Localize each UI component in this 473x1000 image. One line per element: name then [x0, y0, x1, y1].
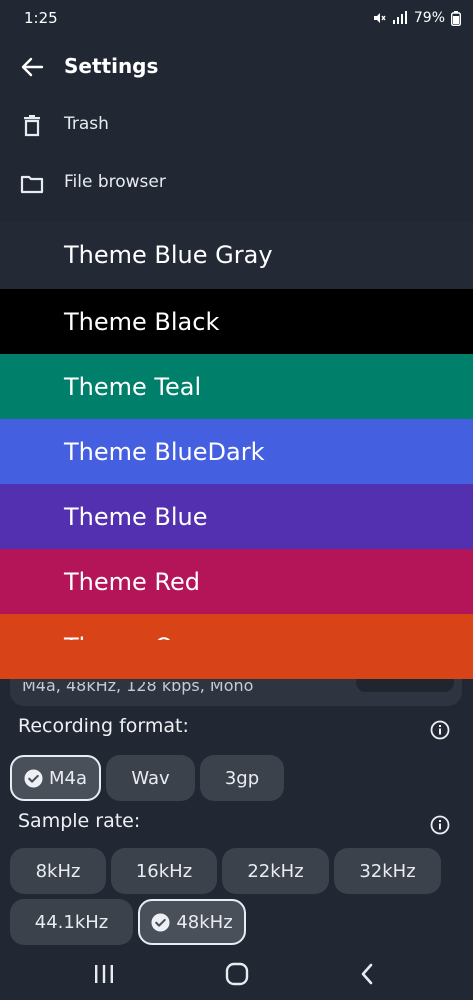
menu-item-label: File browser [64, 172, 166, 192]
sample-rate-chip-44khz[interactable]: 44.1kHz [10, 899, 133, 945]
check-circle-icon [24, 768, 43, 788]
sample-rate-chip-8khz[interactable]: 8kHz [10, 848, 106, 894]
theme-option-black[interactable]: Theme Black [0, 289, 473, 354]
home-icon[interactable] [225, 962, 249, 986]
info-icon[interactable] [430, 720, 450, 740]
chip-label: 16kHz [135, 860, 193, 882]
theme-option-teal[interactable]: Theme Teal [0, 354, 473, 419]
sample-rate-chip-32khz[interactable]: 32kHz [334, 848, 441, 894]
status-time: 1:25 [24, 9, 58, 27]
signal-icon [392, 11, 407, 24]
format-chip-m4a[interactable]: M4a [10, 755, 101, 801]
recording-format-label: Recording format: [18, 715, 189, 737]
chip-label: 32kHz [359, 860, 416, 882]
arrow-left-icon[interactable] [20, 56, 44, 78]
status-icons: 79% [372, 10, 461, 26]
app-header: Settings [0, 44, 473, 88]
chip-label: 8kHz [35, 860, 81, 882]
battery-percent: 79% [413, 10, 445, 26]
format-chip-wav[interactable]: Wav [106, 755, 195, 801]
chip-label: 44.1kHz [34, 911, 109, 933]
menu-item-file-browser[interactable]: File browser [0, 158, 473, 210]
chip-label: 3gp [224, 767, 260, 789]
chip-label: 22kHz [247, 860, 304, 882]
status-bar: 1:25 79% [0, 0, 473, 36]
mute-icon [373, 13, 386, 23]
back-nav-icon[interactable] [359, 962, 375, 986]
trash-icon [24, 115, 40, 137]
sample-rate-chip-22khz[interactable]: 22kHz [222, 848, 329, 894]
sample-rate-chip-16khz[interactable]: 16kHz [111, 848, 217, 894]
format-chip-3gp[interactable]: 3gp [200, 755, 284, 801]
menu-item-trash[interactable]: Trash [0, 100, 473, 152]
sample-rate-chip-48khz[interactable]: 48kHz [138, 899, 246, 945]
chip-label: 48kHz [176, 911, 233, 933]
theme-option-blue-gray[interactable]: Theme Blue Gray [0, 222, 473, 287]
battery-icon [451, 10, 461, 26]
theme-option-orange-bottom [0, 640, 473, 679]
info-icon[interactable] [430, 815, 450, 835]
check-circle-icon [151, 912, 170, 932]
chip-label: M4a [48, 767, 87, 789]
theme-option-blue[interactable]: Theme Blue [0, 484, 473, 549]
folder-icon [20, 175, 44, 194]
menu-item-label: Trash [64, 114, 109, 134]
chip-label: Wav [131, 767, 170, 789]
theme-option-bluedark[interactable]: Theme BlueDark [0, 419, 473, 484]
sample-rate-label: Sample rate: [18, 810, 141, 832]
recent-apps-icon[interactable] [93, 964, 115, 984]
theme-option-red[interactable]: Theme Red [0, 549, 473, 614]
system-nav-bar [0, 948, 473, 1000]
page-title: Settings [64, 54, 159, 78]
